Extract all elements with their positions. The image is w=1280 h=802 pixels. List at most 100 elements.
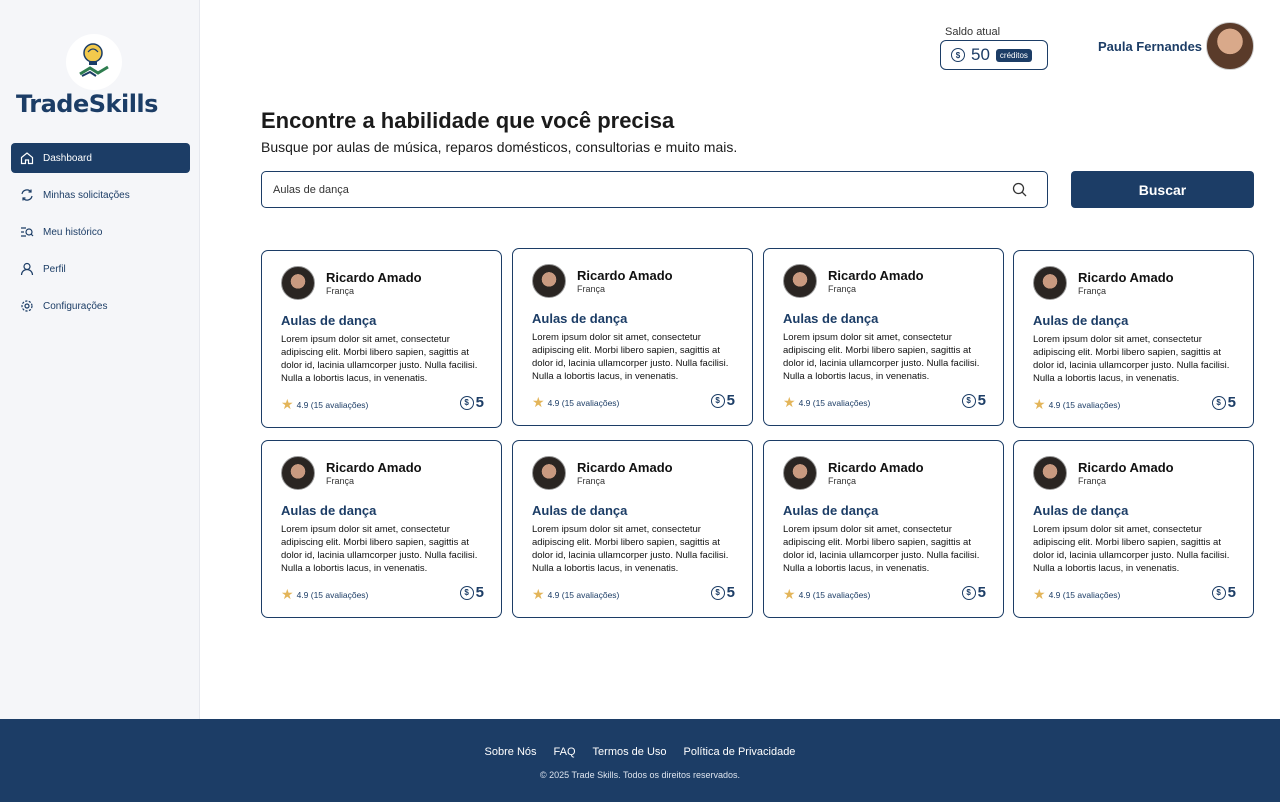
sidebar-item-configuracoes[interactable]: Configurações [11,291,190,321]
skill-description: Lorem ipsum dolor sit amet, consectetur … [783,524,980,574]
rating-text: 4.9 (15 avaliações) [798,397,871,408]
saldo-label: Saldo atual [945,26,1001,38]
rating: ★ 4.9 (15 avaliações) [783,586,870,603]
provider-card[interactable]: Ricardo Amado França Aulas de dança Lorem i… [261,440,502,618]
avatar [783,456,817,490]
skill-description: Lorem ipsum dolor sit amet, consectetur … [281,524,478,574]
provider-card[interactable]: Ricardo Amado França Aulas de dança Lorem i… [261,250,502,428]
price: $5 [961,392,986,409]
rating: ★ 4.9 (15 avaliações) [783,394,870,411]
avatar [281,266,315,300]
footer-link-faq[interactable]: FAQ [554,746,576,758]
saldo-badge: $ 50 créditos [940,40,1048,70]
provider-name: Ricardo Amado [326,460,422,475]
sidebar-item-dashboard[interactable]: Dashboard [11,143,190,173]
price-value: 5 [726,392,735,409]
skill-title: Aulas de dança [783,311,879,326]
coin-icon: $ [1211,585,1226,600]
coin-icon: $ [459,585,474,600]
star-icon: ★ [532,394,545,410]
footer-link-sobre[interactable]: Sobre Nós [485,746,537,758]
skill-description: Lorem ipsum dolor sit amet, consectetur … [281,334,478,384]
price-value: 5 [475,394,484,411]
price: $5 [710,584,735,601]
sidebar: TradeSkills Dashboard Minhas solicitaçõe… [0,0,200,719]
saldo-unit: créditos [995,48,1032,62]
rating: ★ 4.9 (15 avaliações) [281,586,368,603]
copyright: © 2025 Trade Skills. Todos os direitos r… [539,770,741,780]
price: $5 [710,392,735,409]
coin-icon: $ [459,395,474,410]
logo-icon [66,34,122,90]
coin-icon: $ [951,48,965,62]
avatar [532,456,566,490]
coin-icon: $ [961,585,976,600]
skill-description: Lorem ipsum dolor sit amet, consectetur … [532,332,729,382]
star-icon: ★ [281,586,294,602]
star-icon: ★ [532,586,545,602]
star-icon: ★ [783,586,796,602]
sidebar-item-minhas-solicitacoes[interactable]: Minhas solicitações [11,180,190,210]
provider-name: Ricardo Amado [326,270,422,285]
provider-card[interactable]: Ricardo Amado França Aulas de dança Lorem i… [512,248,753,426]
provider-card[interactable]: Ricardo Amado França Aulas de dança Lorem i… [512,440,753,618]
provider-card[interactable]: Ricardo Amado França Aulas de dança Lorem i… [1013,440,1254,618]
avatar [1033,266,1067,300]
footer-link-termos[interactable]: Termos de Uso [593,746,667,758]
rating: ★ 4.9 (15 avaliações) [1033,396,1120,413]
rating: ★ 4.9 (15 avaliações) [532,394,619,411]
coin-icon: $ [1211,395,1226,410]
coin-icon: $ [710,585,725,600]
provider-country: França [1078,286,1107,296]
rating-text: 4.9 (15 avaliações) [547,589,620,600]
provider-name: Ricardo Amado [828,460,924,475]
rating: ★ 4.9 (15 avaliações) [281,396,368,413]
gear-icon [19,298,35,314]
provider-name: Ricardo Amado [1078,270,1174,285]
star-icon: ★ [1033,396,1046,412]
footer-link-privacidade[interactable]: Política de Privacidade [684,746,796,758]
rating-text: 4.9 (15 avaliações) [1048,399,1121,410]
provider-name: Ricardo Amado [577,268,673,283]
sidebar-item-label: Perfil [43,263,66,275]
provider-country: França [828,284,857,294]
price-value: 5 [1227,584,1236,601]
price-value: 5 [1227,394,1236,411]
search-button[interactable]: Buscar [1071,171,1254,208]
skill-description: Lorem ipsum dolor sit amet, consectetur … [1033,334,1230,384]
price-value: 5 [977,392,986,409]
star-icon: ★ [783,394,796,410]
price: $5 [1211,394,1236,411]
provider-country: França [1078,476,1107,486]
brand-name: TradeSkills [16,90,158,118]
provider-card[interactable]: Ricardo Amado França Aulas de dança Lorem i… [763,440,1004,618]
search-input[interactable] [273,183,973,196]
avatar[interactable] [1206,22,1254,70]
provider-name: Ricardo Amado [577,460,673,475]
footer: Sobre Nós FAQ Termos de Uso Política de … [0,719,1280,802]
sidebar-nav: Dashboard Minhas solicitações Meu histór… [11,143,190,328]
avatar [1033,456,1067,490]
search-icon[interactable] [1012,182,1027,202]
coin-icon: $ [710,393,725,408]
skill-title: Aulas de dança [532,503,628,518]
saldo-value: 50 [971,45,990,64]
rating-text: 4.9 (15 avaliações) [1048,589,1121,600]
star-icon: ★ [281,396,294,412]
rating-text: 4.9 (15 avaliações) [798,589,871,600]
price-value: 5 [726,584,735,601]
provider-card[interactable]: Ricardo Amado França Aulas de dança Lorem i… [1013,250,1254,428]
provider-card[interactable]: Ricardo Amado França Aulas de dança Lorem i… [763,248,1004,426]
skill-title: Aulas de dança [532,311,628,326]
search-bar [261,171,1048,208]
sidebar-item-meu-historico[interactable]: Meu histórico [11,217,190,247]
skill-title: Aulas de dança [783,503,879,518]
price-value: 5 [475,584,484,601]
avatar [783,264,817,298]
sidebar-item-perfil[interactable]: Perfil [11,254,190,284]
page-title: Encontre a habilidade que você precisa [261,108,675,133]
star-icon: ★ [1033,586,1046,602]
history-search-icon [19,224,35,240]
user-name[interactable]: Paula Fernandes [1098,39,1202,54]
provider-country: França [326,286,355,296]
